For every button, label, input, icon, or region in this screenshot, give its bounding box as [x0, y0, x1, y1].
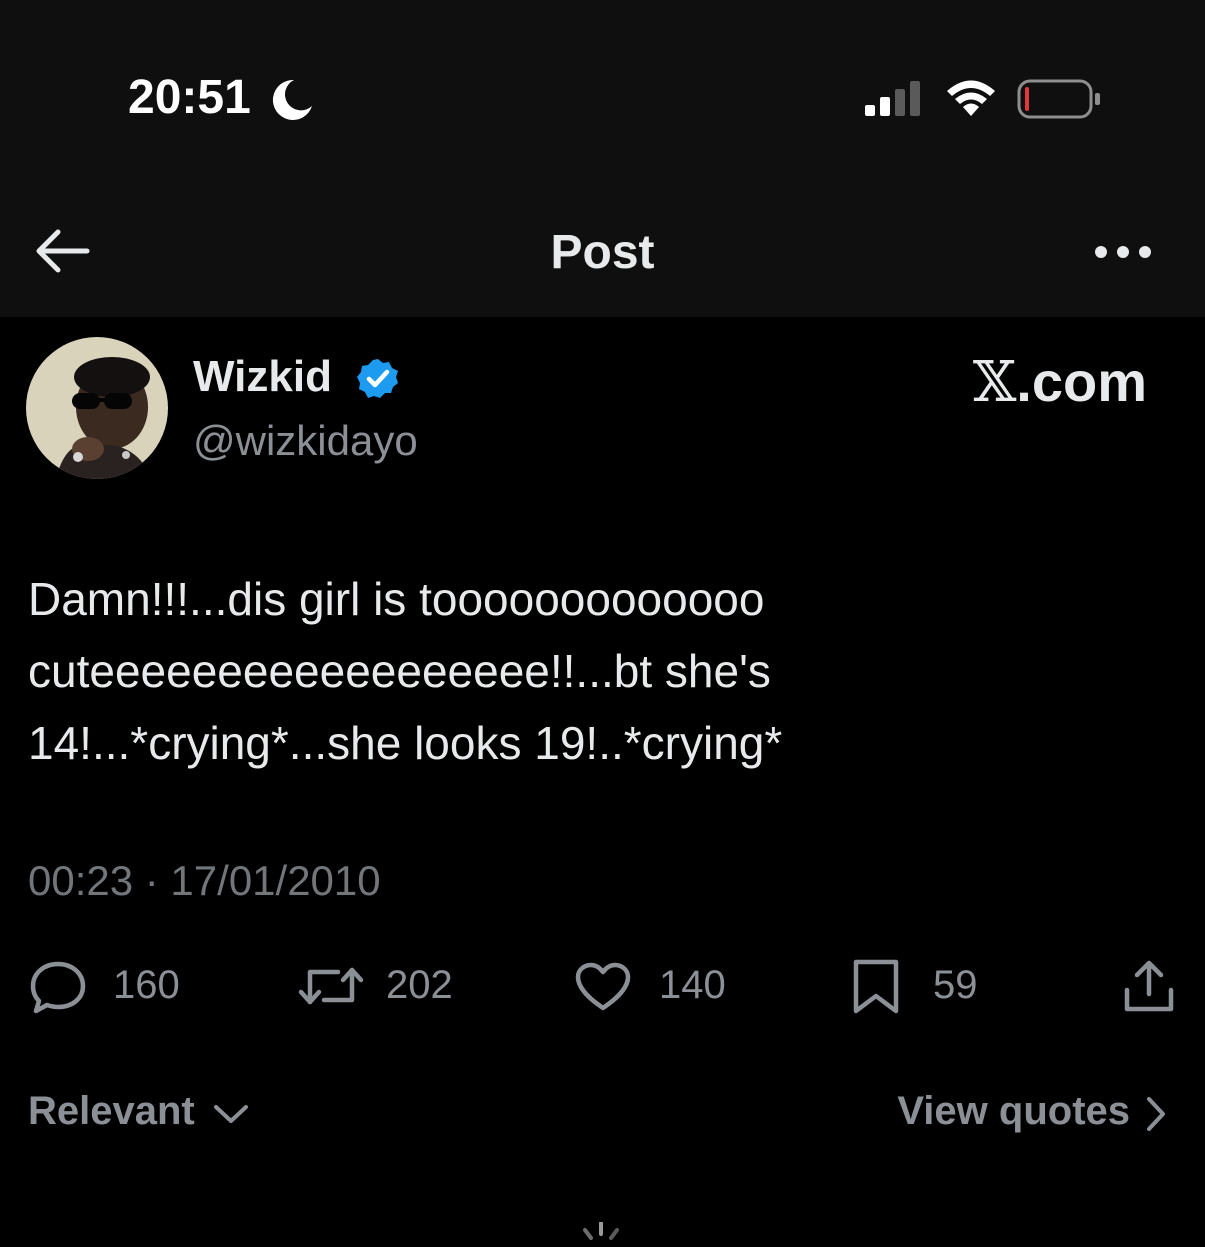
bookmark-icon[interactable] — [851, 958, 901, 1016]
repost-count: 202 — [386, 963, 453, 1007]
wifi-icon — [947, 80, 995, 116]
cellular-signal-icon — [865, 81, 920, 116]
status-bar-time: 20:51 — [128, 71, 251, 124]
avatar[interactable] — [26, 337, 168, 479]
post-text-line: Damn!!!...dis girl is tooooooooooooo — [28, 573, 765, 625]
repost-icon[interactable] — [298, 962, 364, 1010]
share-icon[interactable] — [1122, 958, 1176, 1014]
author-handle[interactable]: @wizkidayo — [193, 417, 418, 465]
post-timestamp[interactable]: 00:23 · 17/01/2010 — [28, 857, 381, 905]
battery-low-icon — [1017, 79, 1100, 119]
x-com-watermark: 𝕏.com — [973, 349, 1147, 415]
like-count: 140 — [659, 963, 726, 1007]
x-com-suffix: .com — [1016, 350, 1147, 413]
sort-relevant-button[interactable]: Relevant — [28, 1089, 195, 1134]
moon-icon — [272, 79, 312, 120]
chevron-down-icon[interactable] — [213, 1103, 249, 1125]
chevron-right-icon[interactable] — [1145, 1096, 1167, 1132]
more-horizontal-icon[interactable] — [1094, 244, 1152, 260]
author-name[interactable]: Wizkid — [193, 352, 332, 402]
bookmark-count: 59 — [933, 963, 978, 1007]
loading-spinner-icon — [583, 1222, 619, 1240]
page-title: Post — [550, 226, 655, 279]
post-text: Damn!!!...dis girl is tooooooooooooo cut… — [28, 563, 1178, 779]
reply-count: 160 — [113, 963, 180, 1007]
post-text-line: 14!...*crying*...she looks 19!..*crying* — [28, 717, 783, 769]
x-logo-mark: 𝕏 — [972, 350, 1017, 415]
view-quotes-link[interactable]: View quotes — [897, 1089, 1130, 1134]
avatar-image — [26, 337, 168, 479]
reply-icon[interactable] — [29, 960, 87, 1014]
verified-badge-icon — [357, 359, 398, 398]
post-text-line: cuteeeeeeeeeeeeeeeeee!!...bt she's — [28, 645, 771, 697]
top-bar: 20:51 Post — [0, 0, 1205, 317]
like-heart-icon[interactable] — [574, 962, 632, 1012]
